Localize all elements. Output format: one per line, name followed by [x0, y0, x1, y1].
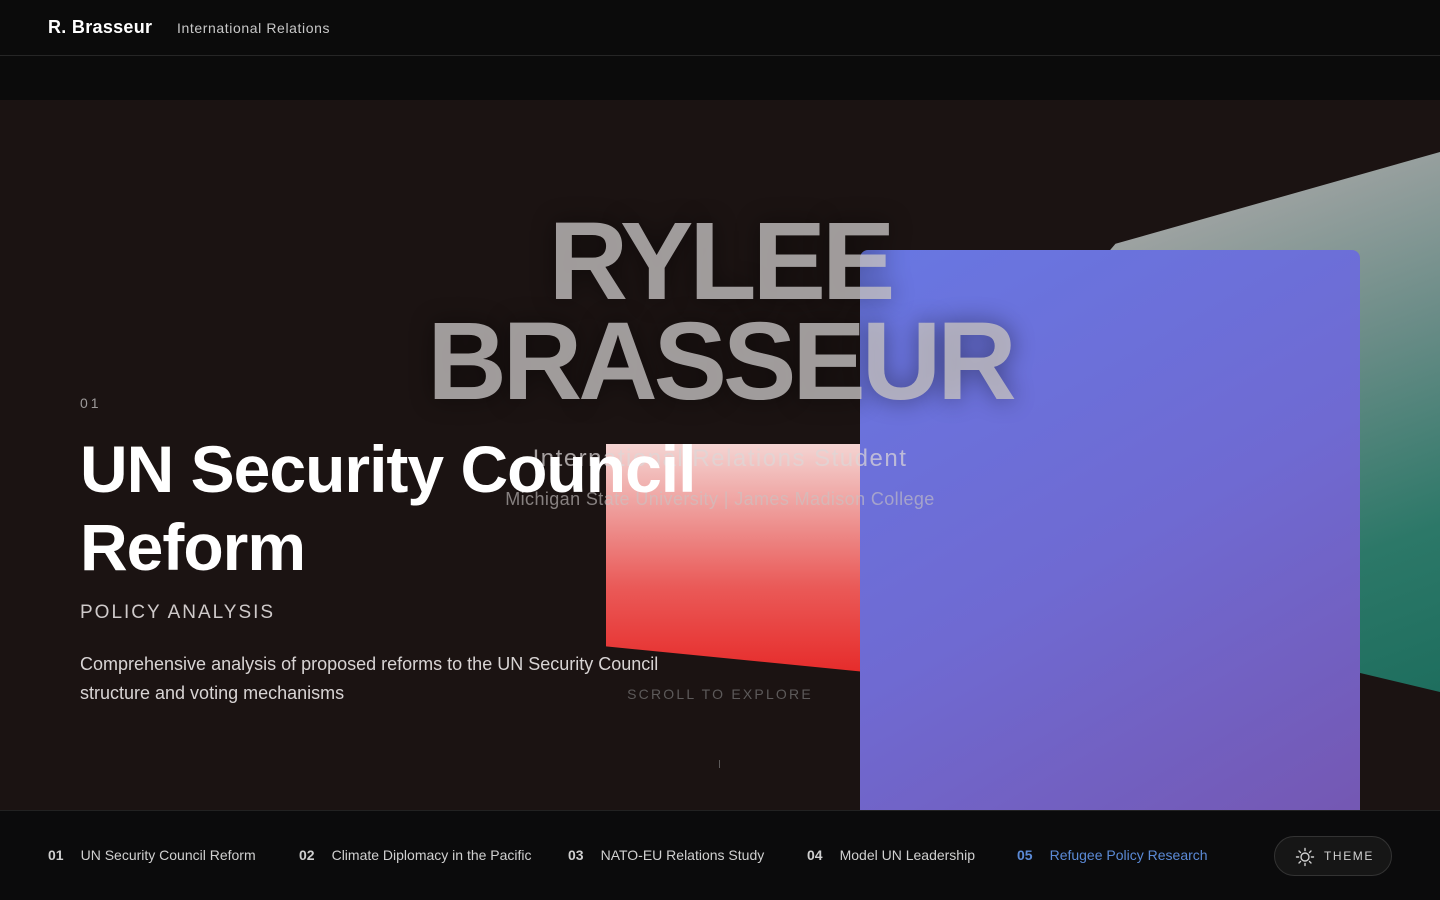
nav-item-number: 02: [299, 847, 315, 863]
project-description: Comprehensive analysis of proposed refor…: [80, 654, 659, 703]
nav-item-number: 03: [568, 847, 584, 863]
nav-item-un-security-council[interactable]: 01 UN Security Council Reform: [48, 847, 256, 863]
project-title: UN Security Council Reform: [80, 432, 696, 584]
nav-item-label: Refugee Policy Research: [1049, 847, 1208, 863]
nav-item-label: UN Security Council Reform: [80, 847, 256, 863]
nav-item-number: 05: [1017, 847, 1033, 863]
nav-item-number: 01: [48, 847, 64, 863]
nav-item-label: Model UN Leadership: [839, 847, 975, 863]
project-category: POLICY ANALYSIS: [80, 602, 276, 623]
theme-toggle-button[interactable]: THEME: [1274, 836, 1392, 876]
hero-last-name: BRASSEUR: [427, 300, 1016, 423]
nav-item-number: 04: [807, 847, 823, 863]
brand-subtitle: International Relations: [177, 20, 331, 36]
nav-item-refugee-policy[interactable]: 05 Refugee Policy Research: [1017, 847, 1208, 863]
nav-item-model-un[interactable]: 04 Model UN Leadership: [807, 847, 975, 863]
nav-item-climate-diplomacy[interactable]: 02 Climate Diplomacy in the Pacific: [299, 847, 532, 863]
brand-logo[interactable]: R. Brasseur: [48, 17, 152, 38]
hero-stage: RYLEE BRASSEUR International Relations S…: [0, 100, 1440, 810]
sun-icon: [1295, 847, 1315, 867]
scroll-indicator-line: [719, 760, 720, 768]
nav-item-label: Climate Diplomacy in the Pacific: [331, 847, 532, 863]
top-bar: R. Brasseur International Relations: [0, 0, 1440, 56]
theme-button-label: THEME: [1324, 849, 1374, 863]
project-nav-bar: 01 UN Security Council Reform 02 Climate D…: [0, 810, 1440, 900]
nav-item-label: NATO-EU Relations Study: [600, 847, 765, 863]
project-number: 01: [80, 395, 102, 411]
nav-item-nato-eu[interactable]: 03 NATO-EU Relations Study: [568, 847, 764, 863]
